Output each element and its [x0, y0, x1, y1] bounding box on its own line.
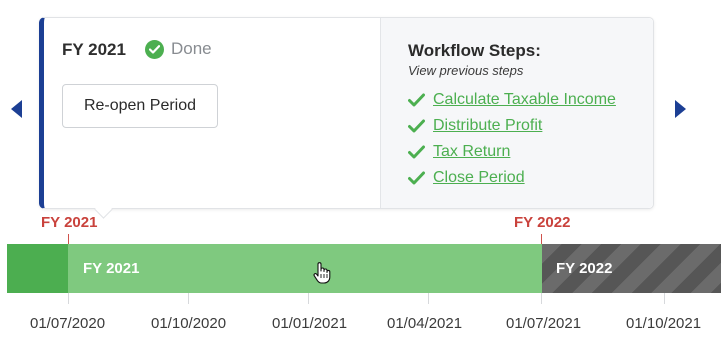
fiscal-period-view: FY 2021 Done Re-open Period Workflow Ste… — [0, 0, 721, 346]
timeline-bar: FY 2021 FY 2022 — [7, 244, 721, 293]
period-summary: FY 2021 Done Re-open Period — [44, 18, 380, 208]
workflow-step-link[interactable]: Calculate Taxable Income — [433, 91, 616, 109]
timeline-segment-prior[interactable] — [7, 244, 68, 293]
check-icon — [408, 171, 425, 185]
axis-tick — [664, 293, 665, 304]
axis-tick-label: 01/01/2021 — [272, 315, 348, 332]
workflow-steps-list: Calculate Taxable Income Distribute Prof… — [408, 87, 616, 191]
axis-tick-label: 01/10/2020 — [151, 315, 227, 332]
axis-tick-label: 01/04/2021 — [387, 315, 463, 332]
chevron-left-icon[interactable] — [11, 100, 22, 118]
axis-tick-label: 01/07/2020 — [30, 315, 106, 332]
timeline-segment-fy2021[interactable]: FY 2021 — [68, 244, 542, 293]
axis-tick-label: 01/10/2021 — [626, 315, 702, 332]
workflow-step-link[interactable]: Close Period — [433, 169, 525, 187]
status-text: Done — [171, 39, 212, 58]
check-icon — [408, 145, 425, 159]
workflow-subtitle: View previous steps — [408, 63, 524, 78]
workflow-step-link[interactable]: Distribute Profit — [433, 117, 542, 135]
axis-tick — [188, 293, 189, 304]
segment-label: FY 2022 — [556, 260, 613, 277]
axis-tick — [308, 293, 309, 304]
workflow-step: Distribute Profit — [408, 113, 616, 139]
workflow-step: Close Period — [408, 165, 616, 191]
workflow-panel: Workflow Steps: View previous steps Calc… — [380, 18, 653, 208]
timeline-segment-fy2022[interactable]: FY 2022 — [542, 244, 721, 293]
axis-tick-label: 01/07/2021 — [506, 315, 582, 332]
segment-label: FY 2021 — [83, 260, 140, 277]
workflow-title: Workflow Steps: — [408, 41, 541, 60]
workflow-step: Calculate Taxable Income — [408, 87, 616, 113]
chevron-right-icon[interactable] — [675, 100, 686, 118]
axis-tick — [428, 293, 429, 304]
fy-marker-next: FY 2022 — [514, 214, 571, 231]
check-icon — [408, 93, 425, 107]
reopen-period-button[interactable]: Re-open Period — [62, 84, 218, 128]
workflow-step-link[interactable]: Tax Return — [433, 143, 510, 161]
check-circle-icon — [145, 39, 164, 59]
axis-tick — [68, 293, 69, 304]
hand-cursor-icon — [313, 262, 331, 284]
period-card: FY 2021 Done Re-open Period Workflow Ste… — [39, 17, 654, 209]
workflow-step: Tax Return — [408, 139, 616, 165]
fy-marker-start: FY 2021 — [41, 214, 98, 231]
period-title: FY 2021 — [62, 40, 126, 59]
check-icon — [408, 119, 425, 133]
status-badge: Done — [145, 39, 212, 59]
axis-tick — [541, 293, 542, 304]
